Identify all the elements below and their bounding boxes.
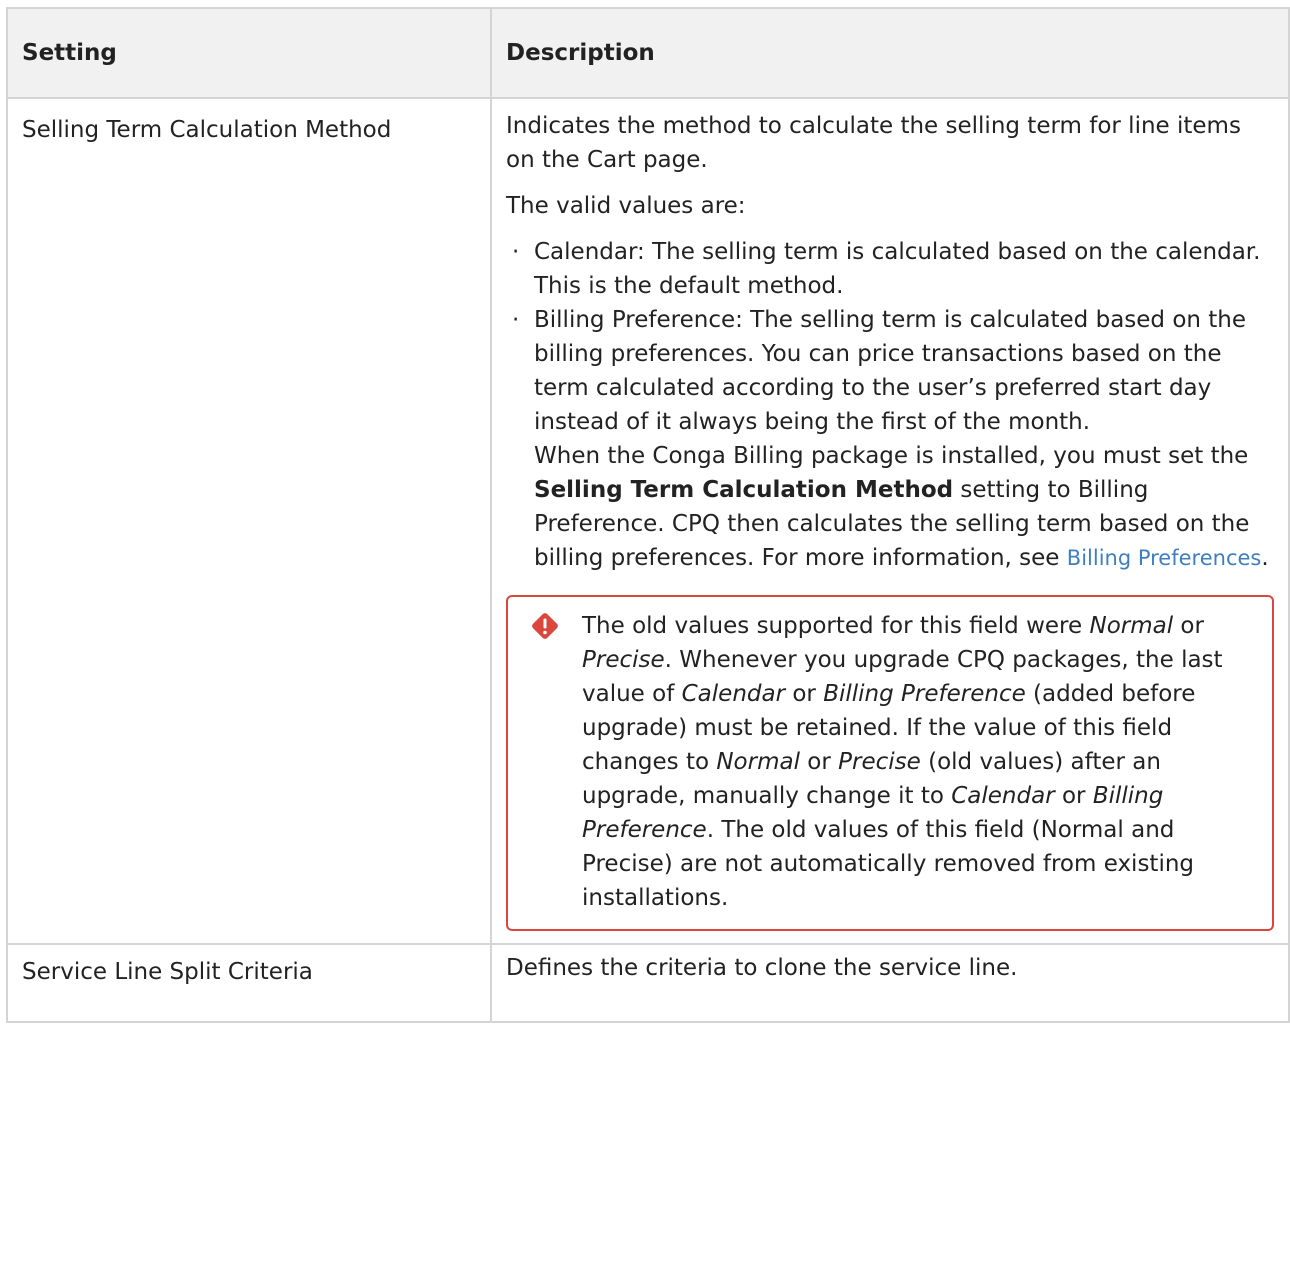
alert-emphasis: Normal [1089, 613, 1174, 639]
alert-diamond-icon [532, 613, 558, 639]
billing-preference-text: Billing Preference: The selling term is … [534, 307, 1247, 435]
table-row: Service Line Split Criteria Defines the … [6, 943, 1290, 1023]
alert-text: The old values supported for this field … [582, 613, 1090, 639]
alert-emphasis: Precise [838, 749, 921, 775]
list-item: Calendar: The selling term is calculated… [512, 235, 1274, 303]
warning-callout: The old values supported for this field … [506, 595, 1274, 931]
alert-text: or [1054, 783, 1093, 809]
alert-emphasis: Normal [716, 749, 800, 775]
settings-table: Setting Description Selling Term Calcula… [6, 7, 1290, 1023]
alert-text: or [799, 749, 839, 775]
table-row: Selling Term Calculation Method Indicate… [6, 97, 1290, 945]
setting-description: Defines the criteria to clone the servic… [490, 943, 1290, 1023]
column-header-setting: Setting [6, 7, 492, 99]
alert-text: or [1173, 613, 1204, 639]
description-intro: Indicates the method to calculate the se… [506, 113, 1241, 173]
alert-emphasis: Calendar [951, 783, 1055, 809]
valid-values-list: Calendar: The selling term is calculated… [506, 235, 1274, 575]
setting-name: Selling Term Calculation Method [6, 97, 492, 945]
alert-text: or [785, 681, 824, 707]
setting-name: Service Line Split Criteria [6, 943, 492, 1023]
valid-values-label: The valid values are: [506, 193, 746, 219]
setting-description: Indicates the method to calculate the se… [490, 97, 1290, 945]
alert-emphasis: Precise [582, 647, 665, 673]
setting-name-emphasis: Selling Term Calculation Method [534, 477, 954, 503]
billing-note-text: When the Conga Billing package is instal… [534, 443, 1249, 469]
alert-emphasis: Billing Preference [823, 681, 1026, 707]
billing-preferences-link[interactable]: Billing Preferences [1067, 546, 1262, 570]
list-item: Billing Preference: The selling term is … [512, 303, 1274, 575]
billing-note-period: . [1261, 545, 1269, 571]
column-header-description: Description [490, 7, 1290, 99]
alert-emphasis: Calendar [681, 681, 786, 707]
table-header: Setting Description [6, 7, 1290, 99]
